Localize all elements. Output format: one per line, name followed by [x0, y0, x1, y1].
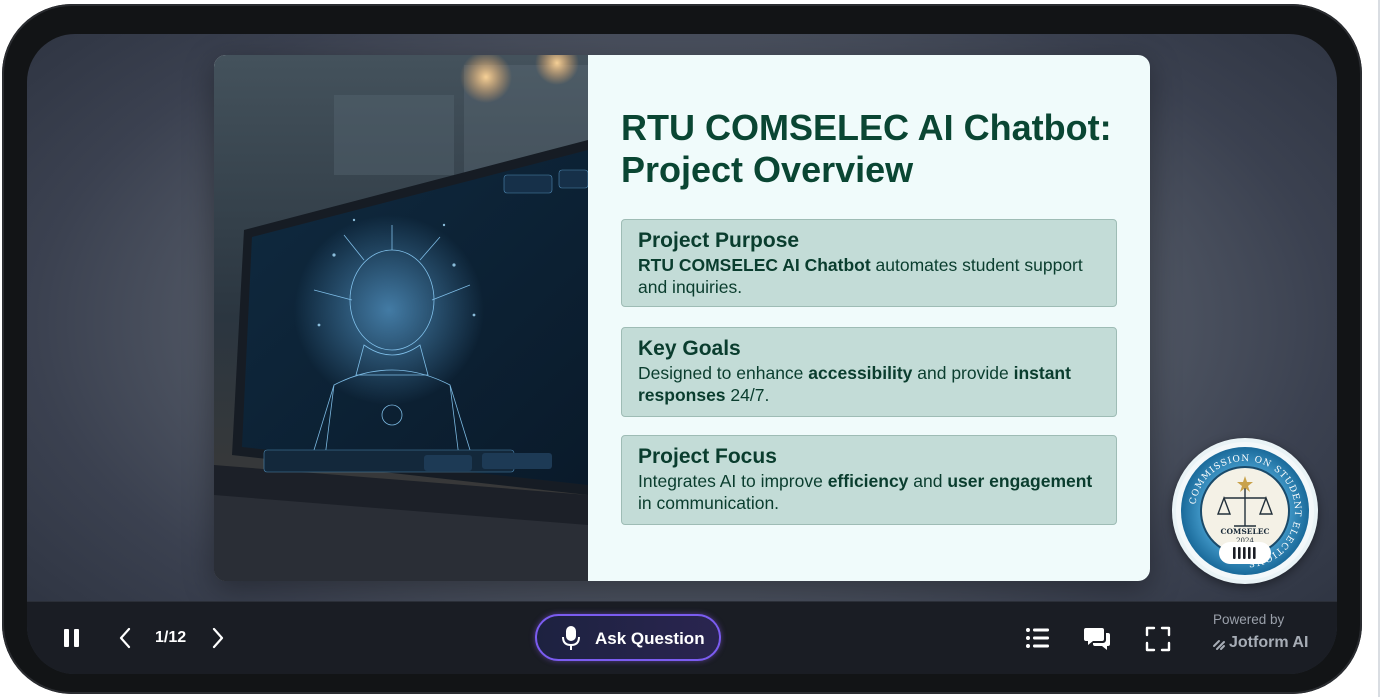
card-text-emphasis: user engagement [947, 471, 1093, 492]
card-text-emphasis: efficiency [827, 471, 909, 492]
card-text-segment: 24/7. [725, 385, 770, 406]
presentation-screen: RTU COMSELEC AI Chatbot: Project Overvie… [27, 34, 1337, 674]
laptop-ai-image [214, 55, 588, 581]
comselec-seal-icon: COMMISSION ON STUDENT ELECTIONS COMSELEC… [1176, 442, 1314, 580]
fullscreen-icon [1145, 626, 1171, 652]
slide-content: RTU COMSELEC AI Chatbot: Project Overvie… [588, 55, 1150, 581]
card-text-segment: and provide [912, 363, 1014, 384]
slide-list-button[interactable] [1025, 626, 1051, 650]
card-heading: Project Focus [638, 445, 777, 468]
card-text: RTU COMSELEC AI Chatbot automates studen… [638, 254, 1100, 298]
card-text-emphasis: RTU COMSELEC AI Chatbot [638, 255, 871, 276]
fullscreen-button[interactable] [1145, 626, 1171, 652]
slide-counter: 1/12 [155, 629, 187, 646]
page-scroll-edge [1378, 0, 1380, 697]
card-heading: Key Goals [638, 337, 741, 360]
microphone-icon [562, 626, 580, 650]
card-project-focus: Project Focus Integrates AI to improve e… [621, 435, 1117, 525]
card-project-purpose: Project Purpose RTU COMSELEC AI Chatbot … [621, 219, 1117, 307]
card-key-goals: Key Goals Designed to enhance accessibil… [621, 327, 1117, 417]
chevron-left-icon [119, 627, 131, 649]
slide-title: RTU COMSELEC AI Chatbot: Project Overvie… [621, 107, 1112, 191]
player-control-bar: 1/12 Ask Question Powered by Jotform AI [27, 601, 1337, 674]
ask-question-label: Ask Question [595, 629, 705, 648]
chat-icon [1084, 628, 1110, 650]
card-text: Integrates AI to improve efficiency and … [638, 470, 1100, 514]
slide: RTU COMSELEC AI Chatbot: Project Overvie… [214, 55, 1150, 581]
powered-by-label: Powered by [1213, 612, 1285, 627]
card-text: Designed to enhance accessibility and pr… [638, 362, 1100, 406]
card-heading: Project Purpose [638, 229, 800, 252]
device-frame: RTU COMSELEC AI Chatbot: Project Overvie… [2, 4, 1362, 694]
card-text-segment: Integrates AI to improve [638, 471, 828, 492]
card-text-segment: and [908, 471, 948, 492]
ask-question-button[interactable]: Ask Question [535, 614, 721, 661]
card-text-emphasis: accessibility [808, 363, 913, 384]
jotform-brand: Jotform AI [1229, 634, 1309, 651]
previous-slide-button[interactable] [117, 626, 133, 650]
next-slide-button[interactable] [210, 626, 226, 650]
comselec-avatar-badge[interactable]: COMMISSION ON STUDENT ELECTIONS COMSELEC… [1172, 438, 1318, 584]
card-text-segment: in communication. [638, 493, 780, 514]
jotform-logo-icon [1213, 640, 1225, 650]
card-text-segment: Designed to enhance [638, 363, 809, 384]
pause-icon [64, 629, 79, 647]
chat-button[interactable] [1084, 625, 1112, 651]
pause-button[interactable] [62, 627, 82, 649]
svg-text:COMSELEC: COMSELEC [1221, 527, 1270, 536]
list-icon [1026, 628, 1049, 648]
chevron-right-icon [212, 627, 224, 649]
